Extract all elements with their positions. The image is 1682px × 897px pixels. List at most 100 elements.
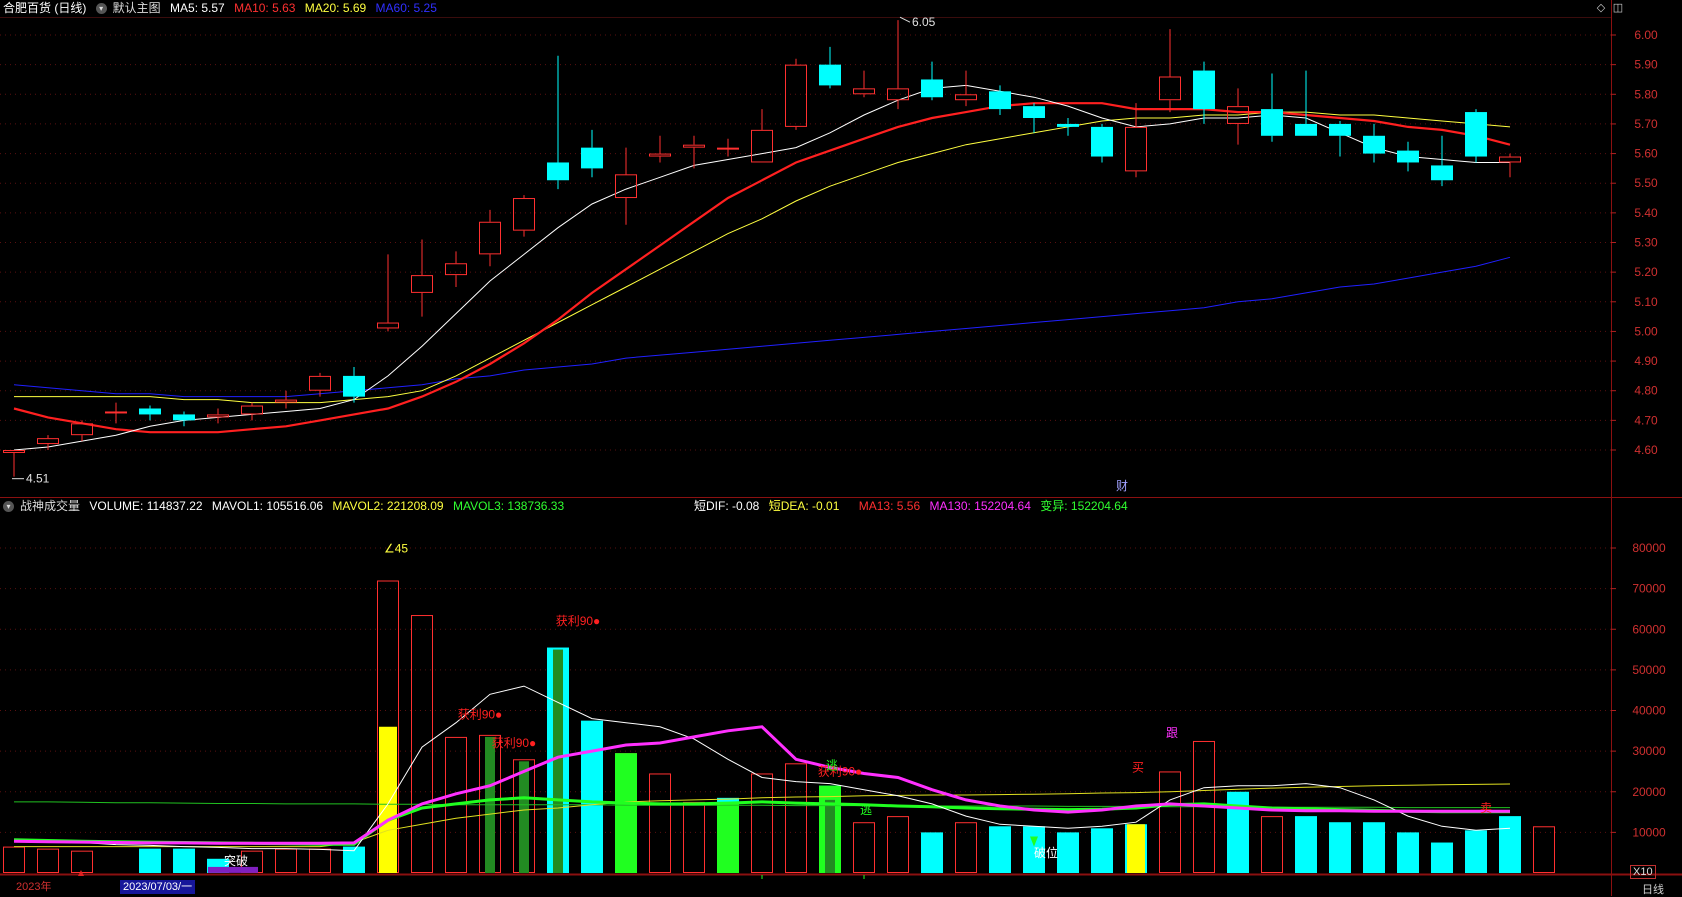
volume-bar[interactable] [1431, 842, 1453, 873]
volume-bar[interactable] [1397, 832, 1419, 873]
candle-body[interactable] [105, 411, 127, 414]
candle-body[interactable] [241, 405, 263, 415]
candle-body[interactable] [37, 438, 59, 445]
diamond-icon[interactable]: ◇ [1595, 2, 1607, 14]
candle-body[interactable] [275, 399, 297, 403]
candle-body[interactable] [1261, 109, 1283, 136]
volume-formula-name[interactable]: 战神成交量 [20, 499, 80, 513]
finance-event-marker: 财 [1116, 479, 1128, 493]
candle-body[interactable] [377, 322, 399, 329]
ma5-line [13, 84, 1510, 451]
candle-body[interactable] [1363, 135, 1385, 154]
candle-body[interactable] [1465, 112, 1487, 157]
volume-bar[interactable] [275, 848, 297, 873]
candle-body[interactable] [785, 64, 807, 127]
volume-bar[interactable] [921, 832, 943, 873]
candle-body[interactable] [411, 275, 433, 293]
volume-tick-label: 30000 [1632, 744, 1666, 758]
candle-body[interactable] [1125, 126, 1147, 172]
volume-bar[interactable] [1159, 771, 1181, 873]
volume-bar[interactable] [173, 848, 195, 873]
volume-tick-label: 50000 [1632, 663, 1666, 677]
candle-body[interactable] [309, 375, 331, 391]
candle-body[interactable] [1499, 156, 1521, 163]
volume-bar[interactable] [1295, 816, 1317, 873]
candle-body[interactable] [955, 94, 977, 101]
volume-bar[interactable] [411, 615, 433, 873]
stock-title[interactable]: 合肥百货 (日线) [3, 1, 86, 15]
ma20-line [14, 111, 1511, 404]
volume-bar[interactable] [1329, 822, 1351, 873]
formula-name[interactable]: 默认主图 [113, 1, 161, 15]
candle-body[interactable] [479, 221, 501, 255]
panel-toggle-icon[interactable]: ◫ [1612, 2, 1624, 14]
dif-value: 短DIF: -0.08 [694, 499, 760, 513]
candle-body[interactable] [1431, 165, 1453, 181]
volume-bar[interactable] [1499, 816, 1521, 873]
dea-value: 短DEA: -0.01 [768, 499, 840, 513]
high-price-label: 6.05 [912, 15, 936, 29]
candle-body[interactable] [717, 147, 739, 150]
volume-bar[interactable] [309, 848, 331, 873]
volume-bar[interactable] [1227, 791, 1249, 873]
volume-bar[interactable] [1533, 826, 1555, 873]
candle-body[interactable] [751, 129, 773, 163]
candle-body[interactable] [853, 88, 875, 95]
volume-bar[interactable] [853, 822, 875, 873]
volume-bar[interactable] [683, 801, 705, 873]
candle-body[interactable] [513, 198, 535, 231]
candle-body[interactable] [1091, 126, 1113, 157]
volume-bar[interactable] [785, 763, 807, 873]
change-value: 变异: 152204.64 [1040, 499, 1128, 513]
volume-peak-label: ∠45 [384, 542, 408, 556]
volume-bar[interactable] [139, 848, 161, 873]
candle-body[interactable] [1057, 123, 1079, 127]
volume-bar[interactable] [751, 773, 773, 873]
volume-bar[interactable] [37, 848, 59, 873]
chart-canvas[interactable]: 6.00 5.90 5.80 5.70 5.60 5.50 5.40 5.30 5.20 5.10… [0, 0, 1682, 896]
ma10-line [13, 102, 1511, 434]
volume-bar[interactable] [1363, 822, 1385, 873]
candle-body[interactable] [921, 79, 943, 98]
candle-body[interactable] [139, 408, 161, 415]
candle-body[interactable] [1397, 150, 1419, 163]
volume-overlay-bar [717, 801, 739, 873]
signal-label: 突破 [224, 853, 248, 868]
candle-body[interactable] [1295, 123, 1317, 136]
volume-formula-dropdown-icon[interactable]: ▾ [3, 501, 14, 513]
candle-body[interactable] [1159, 76, 1181, 101]
cursor-date: 2023/07/03/一 [120, 880, 196, 894]
price-tick-label: 4.90 [1634, 354, 1658, 368]
candle-body[interactable] [819, 64, 841, 86]
candle-body[interactable] [1193, 70, 1215, 110]
signal-label: 获利90● [818, 765, 863, 779]
volume-bar[interactable] [955, 822, 977, 873]
ma20-value: MA20: 5.69 [304, 1, 367, 15]
volume-bar[interactable] [1261, 816, 1283, 873]
volume-bar[interactable] [1465, 830, 1487, 873]
candle-body[interactable] [1023, 106, 1045, 118]
candle-body[interactable] [207, 414, 229, 418]
candle-body[interactable] [3, 450, 25, 453]
volume-bar[interactable] [1057, 832, 1079, 873]
candle-body[interactable] [581, 147, 603, 169]
candle-body[interactable] [445, 263, 467, 276]
volume-tick-label: 10000 [1632, 825, 1666, 839]
volume-bar[interactable] [71, 850, 93, 873]
volume-bar[interactable] [649, 773, 671, 873]
candle-body[interactable] [989, 91, 1011, 110]
volume-bar[interactable] [3, 846, 25, 873]
volume-scale-label[interactable]: X10 [1630, 865, 1656, 879]
volume-bar[interactable] [581, 720, 603, 873]
candle-body[interactable] [173, 414, 195, 421]
candle-body[interactable] [1329, 123, 1351, 136]
volume-bar[interactable] [887, 816, 909, 873]
period-label[interactable]: 日线 [1642, 881, 1664, 897]
candle-body[interactable] [683, 144, 705, 148]
candle-body[interactable] [343, 375, 365, 397]
volume-bar[interactable] [1091, 828, 1113, 873]
formula-dropdown-icon[interactable]: ▾ [95, 3, 107, 15]
candle-body[interactable] [649, 153, 671, 157]
candle-body[interactable] [547, 162, 569, 181]
volume-bar[interactable] [989, 826, 1011, 873]
